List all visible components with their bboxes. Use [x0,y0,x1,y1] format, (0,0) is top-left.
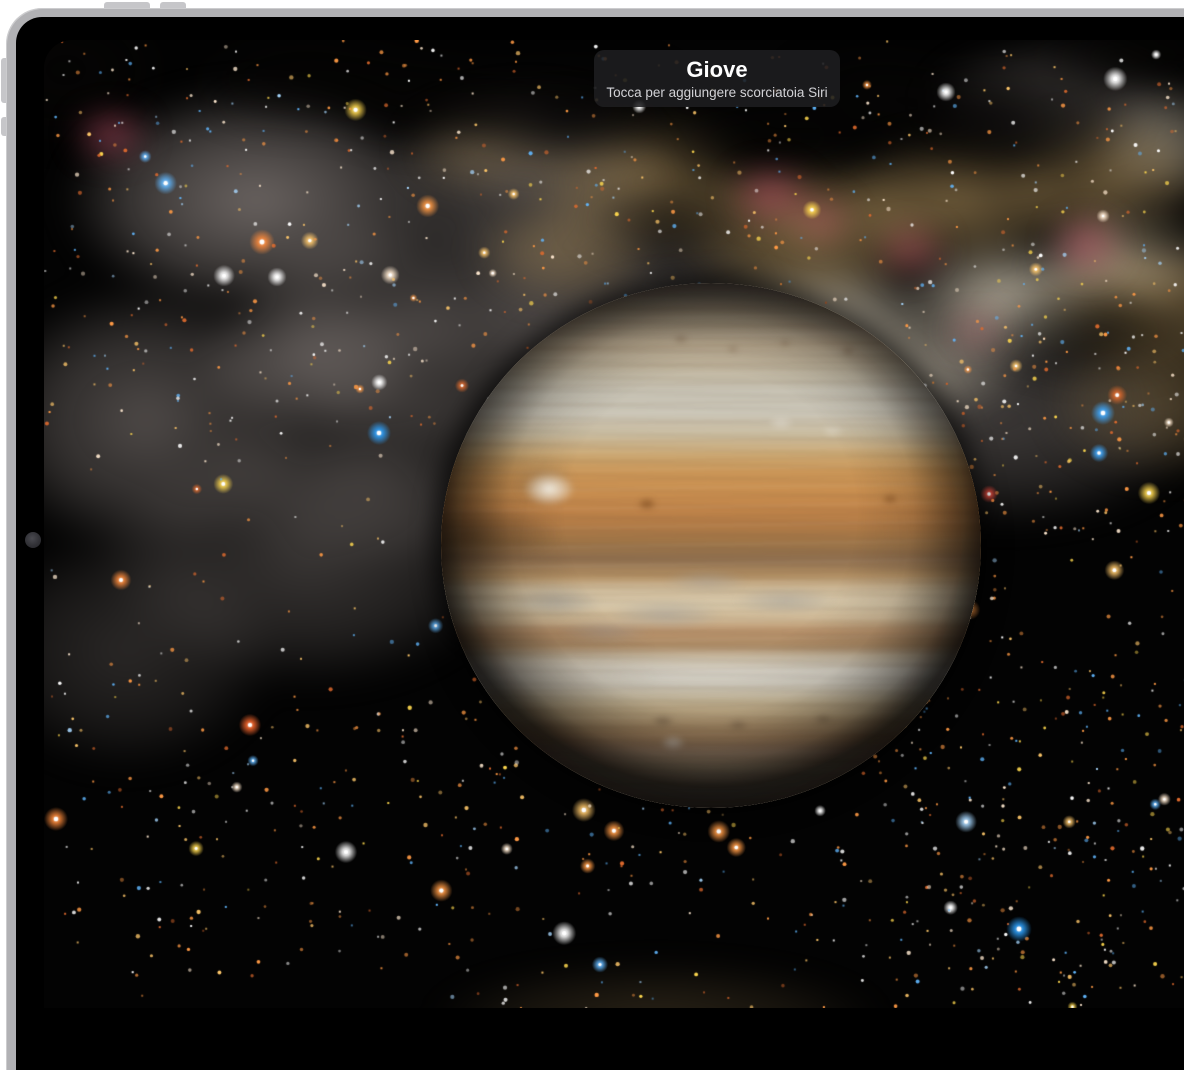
banner-title: Giove [686,58,747,82]
space-wallpaper [44,40,1184,1008]
ipad-bezel: Giove Tocca per aggiungere scorciatoia S… [16,17,1184,1070]
page-background: Giove Tocca per aggiungere scorciatoia S… [0,0,1184,1008]
banner-subtitle: Tocca per aggiungere scorciatoia Siri [606,85,827,100]
siri-suggestion-banner[interactable]: Giove Tocca per aggiungere scorciatoia S… [594,50,840,107]
jupiter-limb-shading [441,283,981,808]
planet-jupiter[interactable] [441,283,981,808]
ipad-screen: Giove Tocca per aggiungere scorciatoia S… [44,40,1184,1008]
front-camera [25,532,41,548]
ipad-device-frame: Giove Tocca per aggiungere scorciatoia S… [6,8,1184,1070]
